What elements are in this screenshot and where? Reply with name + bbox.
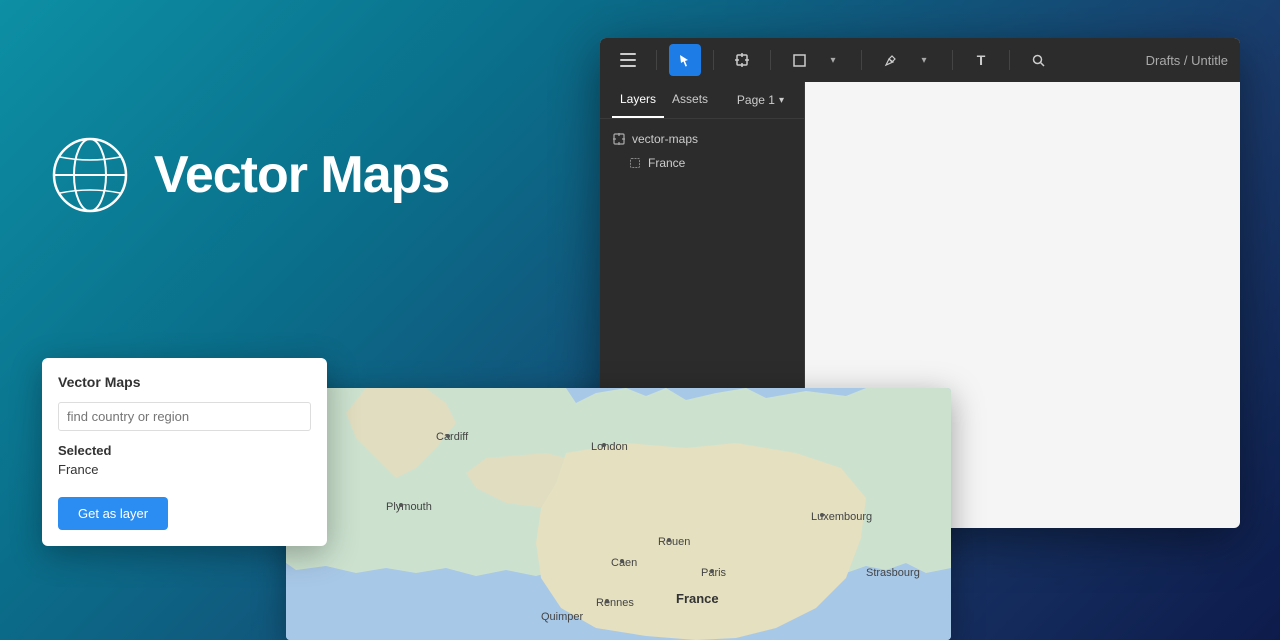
- pen-dropdown[interactable]: ▾: [908, 44, 940, 76]
- tool-group-pen: ▾: [874, 44, 940, 76]
- svg-text:Cardiff: Cardiff: [436, 431, 469, 443]
- sidebar-tabs: Layers Assets Page 1 ▾: [600, 82, 804, 119]
- tab-assets[interactable]: Assets: [664, 82, 716, 118]
- text-tool[interactable]: T: [965, 44, 997, 76]
- hero-section: Vector Maps: [0, 0, 600, 350]
- svg-text:Paris: Paris: [701, 567, 727, 579]
- tool-group-select: [669, 44, 701, 76]
- svg-text:Caen: Caen: [611, 557, 637, 569]
- tab-layers[interactable]: Layers: [612, 82, 664, 118]
- map-window: Cardiff London Plymouth Rouen Caen Paris…: [286, 388, 951, 640]
- toolbar-separator-4: [861, 50, 862, 70]
- hero-title: Vector Maps: [154, 145, 449, 205]
- breadcrumb: Drafts / Untitle: [1146, 53, 1228, 68]
- select-tool[interactable]: [669, 44, 701, 76]
- layer-name-france: France: [648, 156, 685, 170]
- svg-text:Rennes: Rennes: [596, 597, 634, 609]
- shape-tool[interactable]: [783, 44, 815, 76]
- svg-text:Strasbourg: Strasbourg: [866, 567, 920, 579]
- toolbar-separator-6: [1009, 50, 1010, 70]
- toolbar-separator-2: [713, 50, 714, 70]
- frame-tool[interactable]: [726, 44, 758, 76]
- svg-text:France: France: [676, 591, 719, 606]
- component-icon: [628, 156, 642, 170]
- page-selector[interactable]: Page 1 ▾: [729, 82, 792, 118]
- svg-text:Quimper: Quimper: [541, 611, 584, 623]
- toolbar-separator-5: [952, 50, 953, 70]
- svg-text:Rouen: Rouen: [658, 536, 690, 548]
- plugin-title: Vector Maps: [58, 374, 311, 390]
- search-input[interactable]: [58, 402, 311, 431]
- svg-text:Plymouth: Plymouth: [386, 501, 432, 513]
- layer-item-vector-maps[interactable]: vector-maps: [600, 127, 804, 151]
- frame-icon: [612, 132, 626, 146]
- toolbar-separator-3: [770, 50, 771, 70]
- pen-tool[interactable]: [874, 44, 906, 76]
- svg-text:Luxembourg: Luxembourg: [811, 511, 872, 523]
- get-layer-button[interactable]: Get as layer: [58, 497, 168, 530]
- tool-group-shape: ▾: [783, 44, 849, 76]
- layers-panel: vector-maps France: [600, 119, 804, 183]
- toolbar-separator-1: [656, 50, 657, 70]
- menu-icon[interactable]: [612, 44, 644, 76]
- shape-dropdown[interactable]: ▾: [817, 44, 849, 76]
- page-label: Page 1: [737, 93, 775, 107]
- layer-item-france[interactable]: France: [600, 151, 804, 175]
- globe-icon: [50, 135, 130, 215]
- layer-name-vector-maps: vector-maps: [632, 132, 698, 146]
- selected-label: Selected: [58, 443, 311, 458]
- plugin-window: Vector Maps Selected France Get as layer: [42, 358, 327, 546]
- search-tool[interactable]: [1022, 44, 1054, 76]
- selected-value: France: [58, 462, 311, 477]
- tool-group-frame: [726, 44, 758, 76]
- page-dropdown-icon: ▾: [779, 95, 784, 106]
- figma-titlebar: ▾ ▾ T Drafts / Untitle: [600, 38, 1240, 82]
- svg-text:London: London: [591, 441, 628, 453]
